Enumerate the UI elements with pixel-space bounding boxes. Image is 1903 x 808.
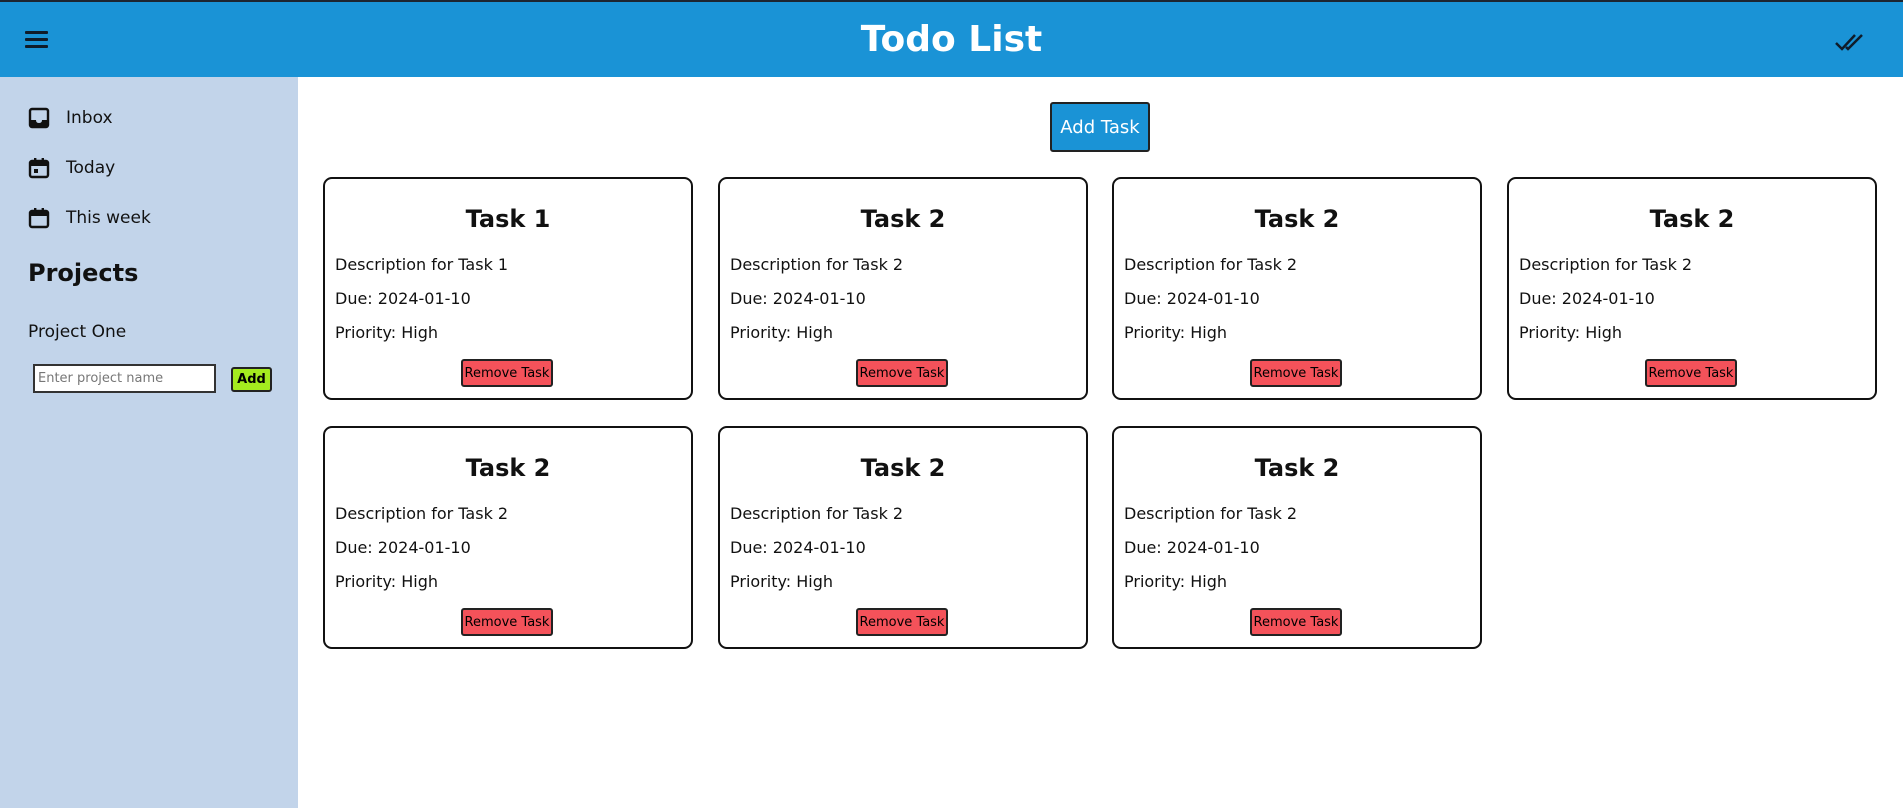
task-priority: Priority: High [1124, 323, 1228, 342]
double-check-icon[interactable] [1835, 30, 1867, 54]
remove-task-button[interactable]: Remove Task [1645, 359, 1737, 387]
task-description: Description for Task 2 [730, 255, 904, 274]
task-title: Task 1 [465, 205, 551, 233]
remove-task-button[interactable]: Remove Task [461, 608, 553, 636]
remove-task-button[interactable]: Remove Task [461, 359, 553, 387]
task-due-date: Due: 2024-01-10 [1124, 289, 1260, 308]
sidebar-item-label: Inbox [66, 108, 113, 128]
app-header: Todo List [0, 0, 1903, 77]
sidebar-item-today[interactable]: Today [28, 154, 115, 182]
task-card: Task 2 Description for Task 2 Due: 2024-… [1112, 177, 1482, 400]
task-description: Description for Task 1 [335, 255, 509, 274]
task-priority: Priority: High [730, 572, 834, 591]
sidebar: Inbox Today This week Projects Project O… [0, 77, 298, 808]
task-priority: Priority: High [1519, 323, 1623, 342]
task-card: Task 2 Description for Task 2 Due: 2024-… [718, 426, 1088, 649]
task-description: Description for Task 2 [1124, 255, 1298, 274]
task-card: Task 1 Description for Task 1 Due: 2024-… [323, 177, 693, 400]
task-priority: Priority: High [335, 323, 439, 342]
add-task-button[interactable]: Add Task [1050, 102, 1150, 152]
task-due-date: Due: 2024-01-10 [730, 289, 866, 308]
sidebar-item-inbox[interactable]: Inbox [28, 104, 113, 132]
remove-task-button[interactable]: Remove Task [1250, 608, 1342, 636]
task-due-date: Due: 2024-01-10 [335, 289, 471, 308]
task-title: Task 2 [860, 454, 946, 482]
task-title: Task 2 [1649, 205, 1735, 233]
task-card: Task 2 Description for Task 2 Due: 2024-… [323, 426, 693, 649]
task-priority: Priority: High [1124, 572, 1228, 591]
task-priority: Priority: High [335, 572, 439, 591]
task-card: Task 2 Description for Task 2 Due: 2024-… [1507, 177, 1877, 400]
task-due-date: Due: 2024-01-10 [1519, 289, 1655, 308]
task-priority: Priority: High [730, 323, 834, 342]
inbox-icon [28, 107, 50, 129]
sidebar-item-this-week[interactable]: This week [28, 204, 151, 232]
project-name-input[interactable] [33, 364, 216, 393]
remove-task-button[interactable]: Remove Task [856, 608, 948, 636]
remove-task-button[interactable]: Remove Task [856, 359, 948, 387]
task-description: Description for Task 2 [1124, 504, 1298, 523]
calendar-icon [28, 157, 50, 179]
task-title: Task 2 [1254, 205, 1340, 233]
task-description: Description for Task 2 [335, 504, 509, 523]
task-title: Task 2 [1254, 454, 1340, 482]
calendar-icon [28, 207, 50, 229]
task-due-date: Due: 2024-01-10 [335, 538, 471, 557]
task-card: Task 2 Description for Task 2 Due: 2024-… [718, 177, 1088, 400]
add-project-button[interactable]: Add [231, 367, 272, 392]
sidebar-item-label: Today [66, 158, 116, 178]
task-due-date: Due: 2024-01-10 [1124, 538, 1260, 557]
task-due-date: Due: 2024-01-10 [730, 538, 866, 557]
sidebar-item-label: This week [66, 208, 151, 228]
remove-task-button[interactable]: Remove Task [1250, 359, 1342, 387]
task-title: Task 2 [860, 205, 946, 233]
task-description: Description for Task 2 [1519, 255, 1693, 274]
project-item[interactable]: Project One [28, 322, 126, 342]
app-title: Todo List [860, 19, 1043, 60]
task-card: Task 2 Description for Task 2 Due: 2024-… [1112, 426, 1482, 649]
task-description: Description for Task 2 [730, 504, 904, 523]
task-title: Task 2 [465, 454, 551, 482]
projects-heading: Projects [28, 259, 139, 287]
